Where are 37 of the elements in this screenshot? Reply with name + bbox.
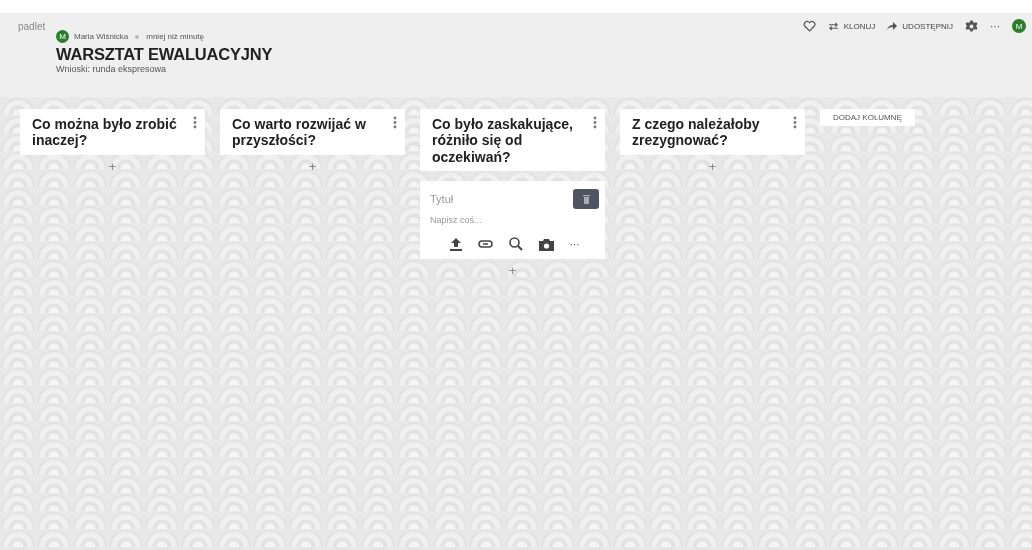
add-column-button[interactable]: DODAJ KOLUMNĘ [820,109,915,126]
share-arrow-icon [887,22,898,30]
board-title: WARSZTAT EWALUACYJNY [56,45,274,64]
add-post-button[interactable]: + [304,158,321,174]
separator-dot [135,34,140,39]
body-field[interactable]: Napisz coś... [430,215,570,226]
camera-icon[interactable] [538,237,554,251]
swap-arrows-icon [827,21,839,31]
kebab-menu-icon[interactable] [593,116,597,129]
heart-icon[interactable] [802,20,816,32]
author-avatar: M [56,30,69,43]
search-icon[interactable] [508,237,523,252]
clone-button[interactable]: KLONUJ [827,21,876,31]
add-post-button[interactable]: + [104,158,121,174]
upload-icon[interactable] [449,237,462,251]
column-title: Co było zaskakujące, różniło się od oczekiwań? [432,115,574,166]
board-subtitle: Wnioski: runda ekspresowa [56,64,168,74]
kebab-menu-icon[interactable] [793,116,797,129]
title-field[interactable]: Tytuł [430,193,550,206]
user-avatar[interactable]: M [1012,19,1026,33]
column-title: Co warto rozwijać w przyszłości? [232,115,367,149]
more-button[interactable]: ··· [990,20,1000,32]
author-name: Maria Wiśnicka [74,32,129,41]
kebab-menu-icon[interactable] [193,116,197,129]
settings-icon[interactable] [965,19,978,33]
link-icon[interactable] [477,240,493,249]
delete-button[interactable] [573,189,599,210]
trash-icon [582,194,590,204]
column-title: Z czego należałoby zrezygnować? [632,115,761,149]
share-button[interactable]: UDOSTĘPNIJ [887,21,953,31]
add-post-button[interactable]: + [504,263,521,279]
timestamp: mniej niż minutę [146,32,205,41]
kebab-menu-icon[interactable] [393,116,397,129]
more-button[interactable]: ··· [569,238,580,250]
logo-text[interactable]: padlet [18,20,46,32]
column-title: Co można było zrobić inaczej? [32,115,178,149]
add-post-button[interactable]: + [704,158,721,174]
